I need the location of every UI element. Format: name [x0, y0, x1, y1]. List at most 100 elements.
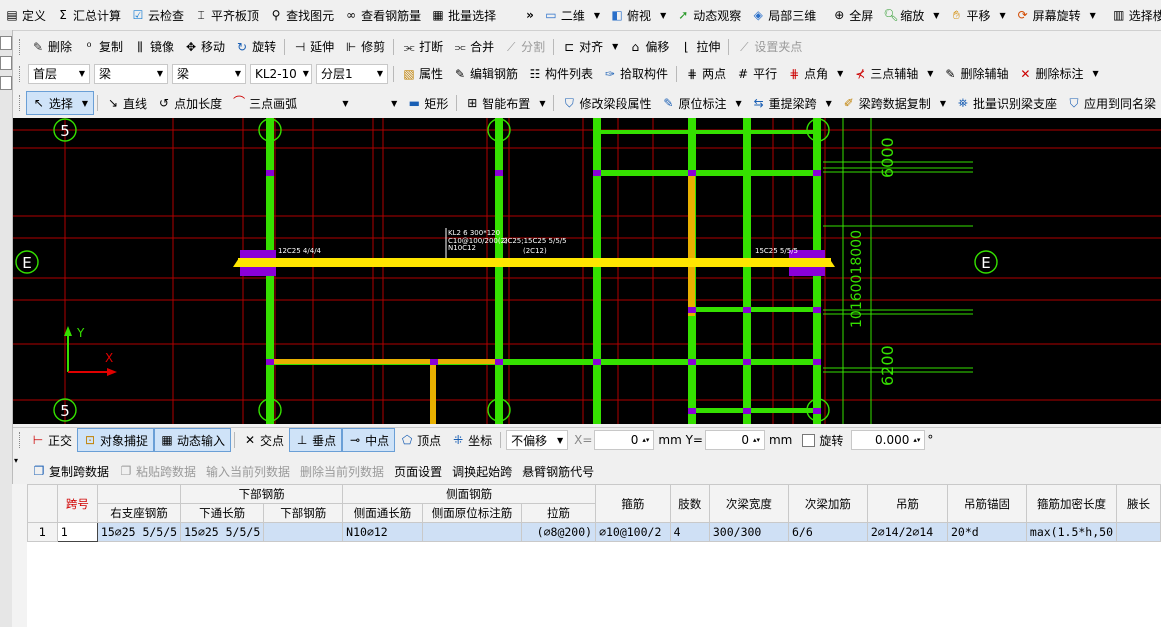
floor-select[interactable]: 首层 ▼	[28, 63, 90, 84]
cell-tie[interactable]: (⌀8@200)	[520, 522, 597, 542]
toolbar-find-element-button[interactable]: ⚲ 查找图元	[264, 4, 339, 26]
arc-dropdown[interactable]: ⌒ 三点画弧 ▼	[227, 92, 353, 114]
vertex-snap-toggle[interactable]: ⬠ 顶点	[395, 429, 446, 451]
cell-stirrup-dense-length[interactable]: max(1.5*h,50	[1025, 522, 1118, 542]
cell-hanger-anchor[interactable]: 20*d	[947, 522, 1027, 542]
merge-button[interactable]: ⫗ 合并	[448, 36, 499, 58]
component-list-button[interactable]: ☷ 构件列表	[523, 63, 598, 85]
cell-lower-rebar[interactable]	[263, 522, 344, 542]
rotate-checkbox[interactable]	[802, 433, 816, 447]
move-button[interactable]: ✥ 移动	[179, 36, 230, 58]
pick-component-button[interactable]: ✑ 拾取构件	[598, 63, 673, 85]
offset-button[interactable]: ⌂ 偏移	[623, 36, 674, 58]
trim-button[interactable]: ⊩ 修剪	[339, 36, 390, 58]
re-extract-span-dropdown[interactable]: ⇆ 重提梁跨 ▼	[747, 92, 837, 114]
select-floor-button[interactable]: ▥选择楼层	[1107, 4, 1161, 26]
mirror-button[interactable]: ⫼ 镜像	[128, 36, 179, 58]
rotate-button[interactable]: ↻ 旋转	[230, 36, 281, 58]
offset-mode-select[interactable]: 不偏移 ▼	[506, 430, 569, 450]
perpendicular-snap-toggle[interactable]: ⊥ 垂点	[289, 428, 343, 452]
toolbar-overflow-button[interactable]: »	[521, 4, 539, 26]
cell-side-through[interactable]: N10⌀12	[342, 522, 423, 542]
fullscreen-button[interactable]: ⊕ 全屏	[827, 4, 878, 26]
parallel-button[interactable]: # 平行	[731, 63, 782, 85]
dock-tab[interactable]	[0, 56, 12, 70]
toolbar-summary-calc-button[interactable]: Σ 汇总计算	[51, 4, 126, 26]
toolbar-view-rebar-button[interactable]: ∞ 查看钢筋量	[339, 4, 426, 26]
select-dropdown[interactable]: ↖ 选择 ▼	[25, 91, 95, 115]
layer-select[interactable]: 分层1 ▼	[316, 63, 388, 84]
midpoint-snap-toggle[interactable]: ⊸ 中点	[342, 428, 396, 452]
in-situ-label-dropdown[interactable]: ✎ 原位标注 ▼	[656, 92, 746, 114]
cell-right-support[interactable]: 15⌀25 5/5/5	[96, 522, 182, 542]
rotate-input[interactable]: 0.000 ▴▾	[851, 430, 926, 450]
toolbar-flat-slab-button[interactable]: ⌶ 平齐板顶	[189, 4, 264, 26]
object-snap-toggle[interactable]: ⊡ 对象捕捉	[77, 428, 155, 452]
dock-tab[interactable]	[0, 36, 12, 50]
category-select[interactable]: 梁 ▼	[94, 63, 168, 84]
cell-side-in-situ[interactable]	[421, 522, 523, 542]
toolbar-define-button[interactable]: ▤ 定义	[0, 4, 51, 26]
delete-axis-button[interactable]: ✎ 删除辅轴	[938, 63, 1013, 85]
delete-button[interactable]: ✎ 删除	[26, 36, 77, 58]
three-point-axis-dropdown[interactable]: ⊀ 三点辅轴 ▼	[848, 63, 938, 85]
stepper-icon[interactable]: ▴▾	[642, 436, 649, 444]
copy-button[interactable]: ⁰ 复制	[77, 36, 128, 58]
cell-haunch-length[interactable]	[1116, 522, 1161, 542]
element-select[interactable]: KL2-10 ▼	[250, 63, 312, 84]
stepper-icon[interactable]: ▴▾	[753, 436, 760, 444]
copy-span-data-button[interactable]: ❐ 复制跨数据	[27, 460, 114, 482]
y-input[interactable]: 0 ▴▾	[704, 430, 765, 450]
coordinate-snap-toggle[interactable]: ⁜ 坐标	[446, 429, 497, 451]
apply-same-button[interactable]: ⛉ 应用到同名梁	[1062, 92, 1161, 114]
type-select[interactable]: 梁 ▼	[172, 63, 246, 84]
stretch-button[interactable]: ⌊ 拉伸	[674, 36, 725, 58]
line-button[interactable]: ↘ 直线	[101, 92, 152, 114]
split-button[interactable]: ⟋ 分割	[499, 36, 550, 58]
break-button[interactable]: ⫘ 打断	[397, 36, 448, 58]
cell-span[interactable]: 1	[56, 522, 98, 542]
drawing-canvas[interactable]: 5 5 E E 12C25 4/4/4 KL2 6 300*120 C10@10…	[13, 118, 1161, 424]
align-dropdown[interactable]: ⊏ 对齐 ▼	[557, 36, 623, 58]
extend-button[interactable]: ⊣ 延伸	[288, 36, 339, 58]
empty-dropdown[interactable]: ▼	[354, 92, 403, 114]
table-row[interactable]: 1 1 15⌀25 5/5/5 15⌀25 5/5/5 N10⌀12 (⌀8@2…	[27, 522, 1161, 542]
cantilever-code-button[interactable]: 悬臂钢筋代号	[517, 460, 599, 482]
two-points-button[interactable]: ⋕ 两点	[680, 63, 731, 85]
edit-rebar-button[interactable]: ✎ 编辑钢筋	[448, 63, 523, 85]
smart-layout-dropdown[interactable]: ⊞ 智能布置 ▼	[460, 92, 550, 114]
ortho-toggle[interactable]: ⊢ 正交	[26, 429, 77, 451]
cell-hanger[interactable]: 2⌀14/2⌀14	[866, 522, 949, 542]
view-2d-dropdown[interactable]: ▭ 二维 ▼	[539, 4, 605, 26]
cell-lower-through[interactable]: 15⌀25 5/5/5	[180, 522, 265, 542]
cell-sub-beam-add[interactable]: 6/6	[787, 522, 868, 542]
batch-identify-button[interactable]: ⛯ 批量识别梁支座	[951, 92, 1062, 114]
panel-collapse-icon[interactable]: ▾	[14, 457, 22, 465]
set-grip-button[interactable]: ⟋ 设置夹点	[732, 36, 807, 58]
orbit-button[interactable]: ➚ 动态观察	[671, 4, 746, 26]
dynamic-input-toggle[interactable]: ▦ 动态输入	[154, 428, 232, 452]
delete-dimension-dropdown[interactable]: ✕ 删除标注 ▼	[1013, 63, 1103, 85]
toolbar-cloud-check-button[interactable]: ☑ 云检查	[126, 4, 189, 26]
properties-button[interactable]: ▧ 属性	[397, 63, 448, 85]
swap-start-span-button[interactable]: 调换起始跨	[447, 460, 517, 482]
span-header[interactable]: 跨号	[56, 484, 98, 523]
delete-column-button[interactable]: 删除当前列数据	[295, 460, 389, 482]
toolbar-batch-select-button[interactable]: ▦ 批量选择	[426, 4, 501, 26]
cell-sub-beam-width[interactable]: 300/300	[708, 522, 789, 542]
paste-span-data-button[interactable]: ❐ 粘贴跨数据	[114, 460, 201, 482]
cell-legs[interactable]: 4	[669, 522, 710, 542]
point-length-button[interactable]: ↺ 点加长度	[152, 92, 227, 114]
page-setup-button[interactable]: 页面设置	[389, 460, 447, 482]
stepper-icon[interactable]: ▴▾	[913, 436, 920, 444]
point-angle-dropdown[interactable]: ⋕ 点角 ▼	[782, 63, 848, 85]
intersection-snap-toggle[interactable]: ✕ 交点	[238, 429, 289, 451]
dock-tab[interactable]	[0, 76, 12, 90]
screen-rotate-dropdown[interactable]: ⟳ 屏幕旋转 ▼	[1011, 4, 1101, 26]
zoom-dropdown[interactable]: 🔍︎ 缩放 ▼	[878, 4, 944, 26]
cell-stirrup[interactable]: ⌀10@100/2	[595, 522, 671, 542]
pan-dropdown[interactable]: ✋︎ 平移 ▼	[944, 4, 1010, 26]
copy-span-data-dropdown[interactable]: ✐ 梁跨数据复制 ▼	[837, 92, 951, 114]
view-top-dropdown[interactable]: ◧ 俯视 ▼	[605, 4, 671, 26]
modify-segment-button[interactable]: ⛉ 修改梁段属性	[557, 92, 656, 114]
